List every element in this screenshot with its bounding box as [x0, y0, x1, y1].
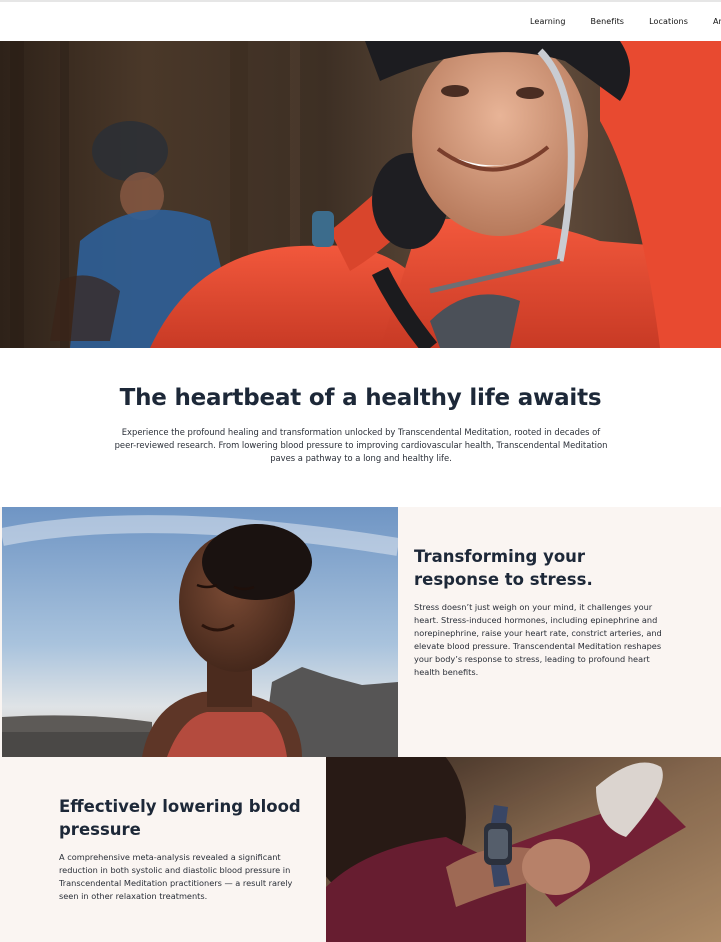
- hero-image: [0, 41, 721, 348]
- nav-link-articles[interactable]: Arti: [713, 17, 721, 26]
- blood-pressure-photo: [326, 757, 721, 942]
- intro-section: The heartbeat of a healthy life awaits E…: [0, 348, 721, 507]
- blood-pressure-photo-illustration: [326, 757, 721, 942]
- stress-title: Transforming your response to stress.: [414, 547, 593, 589]
- main-nav: Learning Benefits Locations Arti: [530, 17, 721, 26]
- blood-pressure-section: Effectively lowering blood pressure A co…: [0, 757, 721, 942]
- blood-pressure-text-block: Effectively lowering blood pressure A co…: [59, 795, 309, 903]
- nav-link-benefits[interactable]: Benefits: [591, 17, 625, 26]
- stress-photo-illustration: [2, 507, 398, 757]
- blood-pressure-body: A comprehensive meta-analysis revealed a…: [59, 852, 293, 901]
- nav-link-learning[interactable]: Learning: [530, 17, 566, 26]
- intro-title: The heartbeat of a healthy life awaits: [119, 385, 602, 411]
- blood-pressure-title: Effectively lowering blood pressure: [59, 797, 301, 839]
- hero-photo-illustration: [0, 41, 721, 348]
- stress-photo: [2, 507, 398, 757]
- nav-link-locations[interactable]: Locations: [649, 17, 688, 26]
- top-nav-bar: Learning Benefits Locations Arti: [0, 0, 721, 41]
- stress-text-block: Transforming your response to stress. St…: [414, 545, 664, 679]
- intro-body: Experience the profound healing and tran…: [114, 427, 608, 463]
- stress-section: Transforming your response to stress. St…: [0, 507, 721, 757]
- stress-body: Stress doesn’t just weigh on your mind, …: [414, 602, 662, 677]
